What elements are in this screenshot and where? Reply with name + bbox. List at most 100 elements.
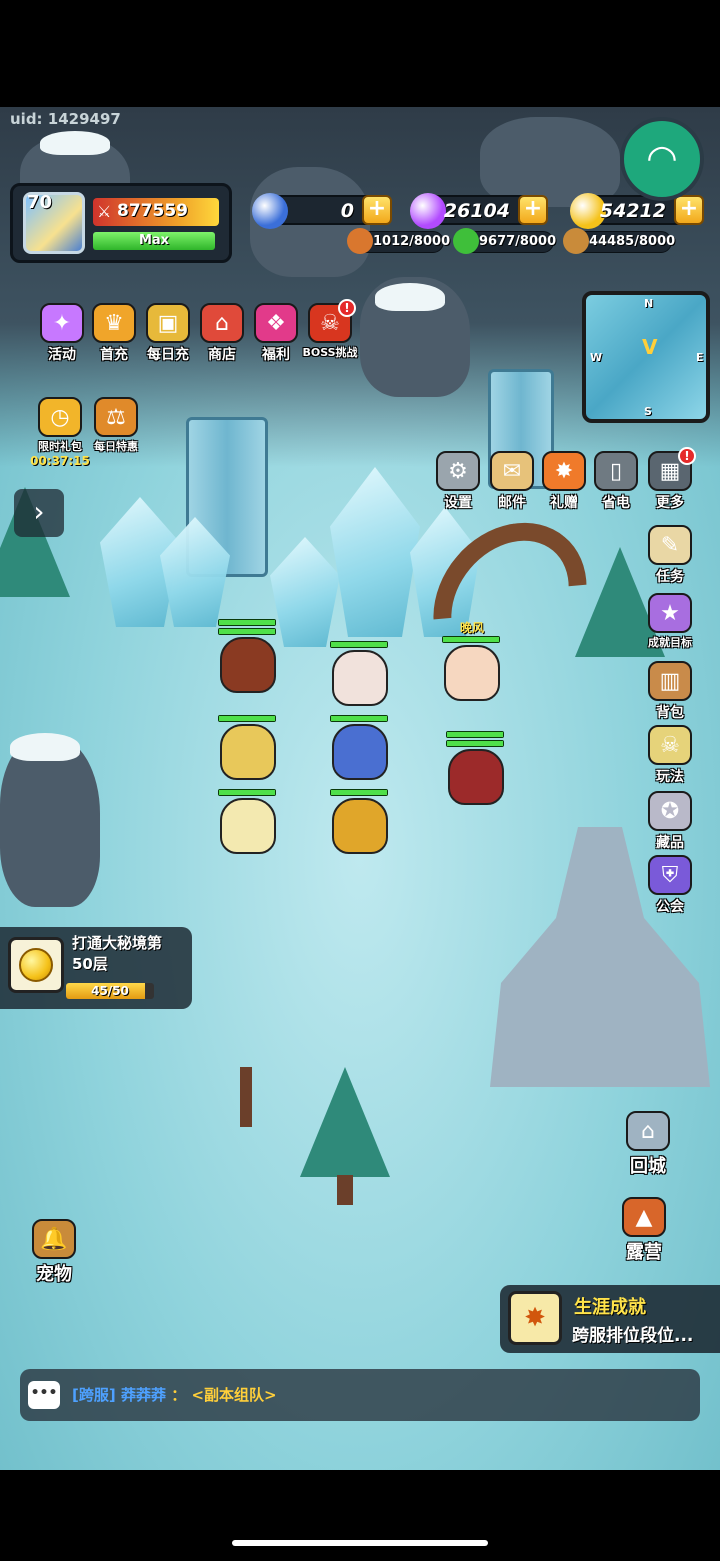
menu-collection[interactable]: ✪ 藏品 — [640, 791, 700, 853]
menu-first-recharge[interactable]: ♛ 首充 — [84, 303, 144, 365]
menu-mail[interactable]: ✉ 邮件 — [482, 451, 542, 513]
menu-return-city[interactable]: ⌂ 回城 — [618, 1111, 678, 1177]
crossed-swords-icon: ⚔ — [97, 202, 112, 221]
hero-sprite — [220, 724, 276, 780]
compass-e: E — [696, 351, 704, 364]
hero-sprite — [332, 724, 388, 780]
present-icon: ❖ — [254, 303, 298, 343]
wifi-icon[interactable]: ◠ — [620, 117, 704, 201]
player-marker-icon: V — [642, 335, 658, 359]
menu-daily-recharge[interactable]: ▣ 每日充 — [138, 303, 198, 365]
menu-limited-pack[interactable]: ◷ 限时礼包 00:37:15 — [30, 397, 90, 468]
menu-label: 藏品 — [656, 835, 684, 851]
compass-n: N — [644, 297, 654, 310]
currency-moon: 0 + — [252, 193, 392, 229]
currency-gold: 54212 + — [570, 193, 704, 229]
menu-label: 任务 — [656, 569, 684, 585]
star-trophy-icon: ✪ — [648, 791, 692, 831]
achievement-panel[interactable]: ✸ 生涯成就 跨服排位段位... — [500, 1285, 720, 1353]
minimap[interactable]: N W E S V — [582, 291, 710, 423]
menu-label: 礼赠 — [550, 495, 578, 511]
treasure-chest-icon: ▣ — [146, 303, 190, 343]
hero-sprite — [448, 749, 504, 805]
menu-label: 设置 — [444, 495, 472, 511]
menu-label: 活动 — [48, 347, 76, 363]
menu-label: 回城 — [630, 1156, 666, 1177]
gear-icon: ⚙ — [436, 451, 480, 491]
hero-sprite — [220, 637, 276, 693]
menu-gameplay[interactable]: ☠ 玩法 — [640, 725, 700, 787]
hero-name: 晚风 — [459, 621, 484, 635]
hero-sprite — [444, 645, 500, 701]
compass-s: S — [644, 405, 652, 418]
menu-daily-deal[interactable]: ⚖ 每日特惠 — [86, 397, 146, 459]
menu-gift[interactable]: ✸ 礼赠 — [534, 451, 594, 513]
quest-text: 打通大秘境第 50层 — [72, 933, 162, 975]
menu-tasks[interactable]: ✎ 任务 — [640, 525, 700, 587]
hero[interactable] — [330, 641, 390, 706]
menu-shop[interactable]: ⌂ 商店 — [192, 303, 252, 365]
hero[interactable] — [330, 715, 390, 780]
hero[interactable] — [446, 731, 506, 805]
snow-cap — [40, 131, 110, 155]
menu-pet[interactable]: 🔔 宠物 — [24, 1219, 84, 1285]
tree-trunk — [337, 1175, 353, 1205]
menu-achievements[interactable]: ★ 成就目标 — [640, 593, 700, 655]
shop-icon: ⌂ — [200, 303, 244, 343]
home-indicator[interactable] — [232, 1540, 488, 1546]
menu-label: 宠物 — [36, 1264, 72, 1285]
menu-guild[interactable]: ⛨ 公会 — [640, 855, 700, 917]
hp-bar — [218, 619, 276, 626]
menu-backpack[interactable]: ▥ 背包 — [640, 661, 700, 723]
menu-welfare[interactable]: ❖ 福利 — [246, 303, 306, 365]
pine-tree — [300, 1067, 390, 1177]
menu-label: 邮件 — [498, 495, 526, 511]
quest-line2: 50层 — [72, 955, 108, 973]
expand-panel-button[interactable]: › — [14, 489, 64, 537]
menu-label: 省电 — [602, 495, 630, 511]
currency-value: 54212 — [599, 200, 666, 222]
exp-bar: Max — [93, 232, 215, 250]
hero[interactable] — [218, 715, 278, 780]
menu-activity[interactable]: ✦ 活动 — [32, 303, 92, 365]
menu-label: 玩法 — [656, 769, 684, 785]
gold-coin-icon — [19, 948, 53, 982]
hero[interactable] — [218, 789, 278, 854]
menu-settings[interactable]: ⚙ 设置 — [428, 451, 488, 513]
meat-icon — [347, 228, 373, 254]
hero-sprite — [332, 798, 388, 854]
snow-cap — [10, 733, 80, 761]
menu-camp[interactable]: ▲ 露营 — [614, 1197, 674, 1263]
menu-label: 商店 — [208, 347, 236, 363]
hp-bar — [446, 740, 504, 747]
currency-gem: 26104 + — [410, 193, 548, 229]
resource-value: 44485/8000 — [589, 234, 676, 249]
chat-bubble-icon[interactable]: ••• — [28, 1381, 60, 1409]
dead-tree — [240, 1067, 252, 1127]
hero[interactable] — [218, 619, 278, 693]
game-view[interactable]: uid: 1429497 70 ⚔ 877559 Max 0 + 26104 +… — [0, 107, 720, 1470]
achievement-title: 生涯成就 — [574, 1297, 646, 1318]
menu-label: 每日特惠 — [94, 440, 138, 453]
rock — [0, 737, 100, 907]
herb-icon — [453, 228, 479, 254]
hero[interactable]: 晚风 — [442, 619, 502, 701]
menu-boss-challenge[interactable]: ☠ BOSS挑战! — [300, 299, 360, 365]
resource-value: 1012/8000 — [373, 234, 451, 249]
add-gold-button[interactable]: + — [674, 195, 704, 225]
countdown-timer: 00:37:15 — [30, 454, 90, 468]
resource-value: 9677/8000 — [479, 234, 557, 249]
menu-power-saving[interactable]: ▯ 省电 — [586, 451, 646, 513]
quest-panel[interactable]: 打通大秘境第 50层 45/50 — [0, 927, 192, 1009]
pet-bell-icon: 🔔 — [32, 1219, 76, 1259]
hero[interactable] — [330, 789, 390, 854]
portal-icon: ⌂ — [626, 1111, 670, 1151]
player-card[interactable]: 70 ⚔ 877559 Max — [10, 183, 232, 263]
add-gem-button[interactable]: + — [518, 195, 548, 225]
add-moon-button[interactable]: + — [362, 195, 392, 225]
player-level: 70 — [27, 192, 53, 213]
hp-bar — [442, 636, 500, 643]
chat-bar[interactable]: ••• [跨服] 莽莽莽 ： <副本组队> — [20, 1369, 700, 1421]
skull-icon: ☠ — [648, 725, 692, 765]
menu-more[interactable]: ▦ 更多! — [640, 447, 700, 513]
